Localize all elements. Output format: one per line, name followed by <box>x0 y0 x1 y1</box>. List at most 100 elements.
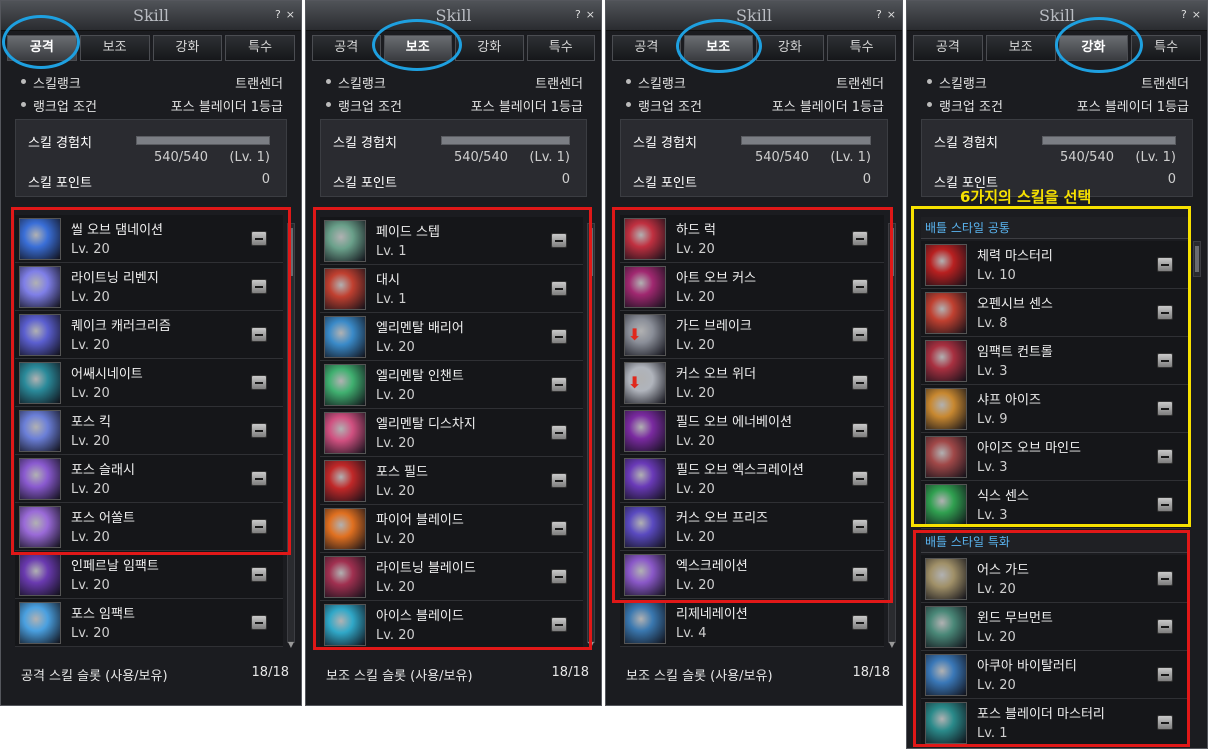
highlight-box-special <box>913 530 1190 747</box>
skill-row[interactable]: 인페르날 임팩트 Lv. 20 <box>15 551 283 599</box>
skill-point-value: 0 <box>862 172 871 187</box>
help-icon[interactable]: ? <box>575 8 581 21</box>
highlight-circle-support-tab-2 <box>676 19 762 73</box>
tab-attack[interactable]: 공격 <box>312 35 381 61</box>
scroll-down-icon[interactable]: ▼ <box>287 641 295 649</box>
tab-attack[interactable]: 공격 <box>612 35 681 61</box>
skill-name: 포스 임팩트 <box>71 607 135 622</box>
rankup-condition-label: 랭크업 조건 <box>927 96 1003 115</box>
exp-value: 540/540 <box>754 150 809 165</box>
slot-footer: 보조 스킬 슬롯 (사용/보유) 18/18 <box>626 665 890 684</box>
exp-label: 스킬 경험치 <box>934 136 998 151</box>
skill-rank-label: 스킬랭크 <box>626 73 686 92</box>
skill-point-label: 스킬 포인트 <box>28 176 92 191</box>
highlight-circle-enhance-tab <box>1055 17 1143 73</box>
skill-rank-label: 스킬랭크 <box>21 73 81 92</box>
rankup-condition-row: 랭크업 조건 포스 블레이더 1등급 <box>626 96 884 115</box>
skill-rank-row: 스킬랭크 트랜센더 <box>21 73 283 92</box>
skill-rank-label: 스킬랭크 <box>326 73 386 92</box>
skill-name: 리제네레이션 <box>676 607 748 622</box>
highlight-box-attack <box>11 207 291 555</box>
skill-rank-value: 트랜센더 <box>836 77 884 92</box>
close-icon[interactable]: × <box>1192 8 1201 21</box>
exp-bar <box>136 136 270 145</box>
slot-footer: 공격 스킬 슬롯 (사용/보유) 18/18 <box>21 665 289 684</box>
tab-enhance[interactable]: 강화 <box>755 35 825 61</box>
window-title: Skill <box>735 6 772 25</box>
skill-point-label: 스킬 포인트 <box>333 176 397 191</box>
exp-fill <box>442 137 569 144</box>
tab-attack[interactable]: 공격 <box>913 35 983 61</box>
footer-value: 18/18 <box>852 665 890 680</box>
close-icon[interactable]: × <box>586 8 595 21</box>
footer-label: 보조 스킬 슬롯 (사용/보유) <box>626 669 773 684</box>
highlight-box-support-2 <box>612 207 893 603</box>
skill-point-label: 스킬 포인트 <box>633 176 697 191</box>
infernal-icon[interactable] <box>19 554 61 596</box>
skill-rank-row: 스킬랭크 트랜센더 <box>626 73 884 92</box>
tab-special[interactable]: 특수 <box>225 35 295 61</box>
exp-bar <box>741 136 871 145</box>
skill-level: Lv. 4 <box>676 626 707 641</box>
window-title: Skill <box>1038 6 1075 25</box>
help-icon[interactable]: ? <box>275 8 281 21</box>
rankup-condition-label: 랭크업 조건 <box>626 96 702 115</box>
exp-label: 스킬 경험치 <box>28 136 92 151</box>
highlight-box-support-1 <box>313 207 592 650</box>
exp-fill <box>137 137 269 144</box>
skill-row[interactable]: 포스 임팩트 Lv. 20 <box>15 599 283 647</box>
exp-box: 스킬 경험치 540/540 (Lv. 1) 스킬 포인트 0 <box>320 119 587 197</box>
exp-fill <box>742 137 870 144</box>
footer-value: 18/18 <box>251 665 289 680</box>
tab-support[interactable]: 보조 <box>985 35 1056 61</box>
skill-level: Lv. 20 <box>71 626 110 641</box>
scroll-thumb[interactable] <box>1195 246 1199 272</box>
impact-icon[interactable] <box>19 602 61 644</box>
highlight-box-common <box>911 206 1191 527</box>
level-down-button[interactable] <box>251 615 267 630</box>
rankup-condition-row: 랭크업 조건 포스 블레이더 1등급 <box>21 96 283 115</box>
skill-point-value: 0 <box>261 172 270 187</box>
exp-level: (Lv. 1) <box>529 150 570 165</box>
skill-point-value: 0 <box>1167 172 1176 187</box>
level-down-button[interactable] <box>251 567 267 582</box>
scroll-down-icon[interactable]: ▼ <box>888 641 896 649</box>
regeneration-icon[interactable] <box>624 602 666 644</box>
help-icon[interactable]: ? <box>1181 8 1187 21</box>
help-icon[interactable]: ? <box>876 8 882 21</box>
rankup-condition-value: 포스 블레이더 1등급 <box>170 100 283 115</box>
title-bar[interactable]: Skill ? × <box>606 1 902 31</box>
level-down-button[interactable] <box>852 615 868 630</box>
footer-value: 18/18 <box>551 665 589 680</box>
close-icon[interactable]: × <box>286 8 295 21</box>
skill-rank-row: 스킬랭크 트랜센더 <box>927 73 1189 92</box>
annotation-caption: 6가지의 스킬을 선택 <box>960 188 1092 206</box>
tab-special[interactable]: 특수 <box>526 35 595 61</box>
exp-bar <box>1042 136 1176 145</box>
rankup-condition-label: 랭크업 조건 <box>326 96 402 115</box>
skill-row[interactable]: 리제네레이션 Lv. 4 <box>620 599 884 647</box>
skill-rank-value: 트랜센더 <box>235 77 283 92</box>
rankup-condition-value: 포스 블레이더 1등급 <box>771 100 884 115</box>
rankup-condition-value: 포스 블레이더 1등급 <box>1076 100 1189 115</box>
highlight-circle-attack-tab <box>2 15 80 69</box>
title-bar[interactable]: Skill ? × <box>907 1 1207 31</box>
tab-special[interactable]: 특수 <box>827 35 896 61</box>
skill-rank-value: 트랜센더 <box>535 77 583 92</box>
skill-rank-row: 스킬랭크 트랜센더 <box>326 73 583 92</box>
tab-enhance[interactable]: 강화 <box>152 35 223 61</box>
rankup-condition-row: 랭크업 조건 포스 블레이더 1등급 <box>326 96 583 115</box>
exp-level: (Lv. 1) <box>229 150 270 165</box>
scrollbar[interactable] <box>1193 241 1201 277</box>
close-icon[interactable]: × <box>887 8 896 21</box>
tab-enhance[interactable]: 강화 <box>455 35 524 61</box>
tab-support[interactable]: 보조 <box>79 35 150 61</box>
highlight-circle-support-tab-1 <box>372 19 462 71</box>
rankup-condition-label: 랭크업 조건 <box>21 96 97 115</box>
title-bar[interactable]: Skill ? × <box>306 1 601 31</box>
rankup-condition-value: 포스 블레이더 1등급 <box>470 100 583 115</box>
rankup-condition-row: 랭크업 조건 포스 블레이더 1등급 <box>927 96 1189 115</box>
skill-name: 인페르날 임팩트 <box>71 559 159 574</box>
exp-fill <box>1043 137 1175 144</box>
exp-level: (Lv. 1) <box>1135 150 1176 165</box>
